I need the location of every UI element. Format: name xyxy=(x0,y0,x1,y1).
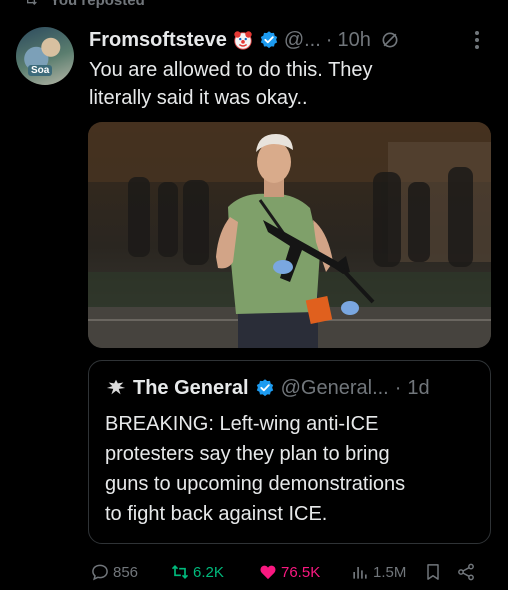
edited-icon xyxy=(382,32,398,48)
quote-header: The General @General... · 1d xyxy=(105,375,430,401)
quote-text-line: BREAKING: Left-wing anti-ICE xyxy=(105,413,379,435)
quote-text-line: protesters say they plan to bring xyxy=(105,443,390,465)
post-text: You are allowed to do this. They literal… xyxy=(89,56,489,112)
display-name[interactable]: Fromsoftsteve xyxy=(89,29,227,52)
like-count: 76.5K xyxy=(281,563,321,581)
bookmark-button[interactable] xyxy=(423,560,443,584)
repost-button[interactable]: 6.2K xyxy=(170,560,224,584)
repost-icon xyxy=(27,0,37,5)
view-count: 1.5M xyxy=(373,563,407,581)
post-text-line: You are allowed to do this. They xyxy=(89,59,373,81)
handle[interactable]: @... xyxy=(284,29,321,52)
repost-banner[interactable]: You reposted xyxy=(22,0,145,9)
separator-dot: · xyxy=(325,28,333,51)
reply-button[interactable]: 856 xyxy=(90,560,138,584)
separator-dot: · xyxy=(394,376,402,399)
quote-time[interactable]: 1d xyxy=(407,377,429,400)
repost-icon xyxy=(171,564,189,580)
bookmark-icon xyxy=(427,564,439,580)
views-button[interactable]: 1.5M xyxy=(350,560,406,584)
quote-text: BREAKING: Left-wing anti-ICE protesters … xyxy=(105,409,480,529)
photo-illustration xyxy=(88,122,491,348)
eagle-emblem-icon xyxy=(106,379,126,395)
more-options-icon[interactable] xyxy=(474,30,480,50)
quote-display-name[interactable]: The General xyxy=(133,377,249,400)
avatar-label: Soa xyxy=(28,65,53,76)
quote-text-line: to fight back against ICE. xyxy=(105,503,328,525)
post-time[interactable]: 10h xyxy=(337,29,370,52)
avatar[interactable]: Soa xyxy=(16,27,74,85)
share-icon xyxy=(458,563,474,581)
post-container: You reposted Soa Fromsoftsteve @... · 10… xyxy=(0,0,508,590)
verified-badge-icon xyxy=(256,379,273,397)
quoted-post[interactable]: The General @General... · 1d BREAKING: L… xyxy=(88,360,491,544)
clown-emoji-icon xyxy=(234,31,252,50)
reply-count: 856 xyxy=(113,563,139,581)
share-button[interactable] xyxy=(456,560,476,584)
repost-banner-text: You reposted xyxy=(50,0,145,9)
verified-badge-icon xyxy=(260,31,277,49)
reply-icon xyxy=(92,564,108,581)
post-text-line: literally said it was okay.. xyxy=(89,87,308,109)
post-image[interactable] xyxy=(88,122,491,348)
quote-text-line: guns to upcoming demonstrations xyxy=(105,473,406,495)
post-header: Fromsoftsteve @... · 10h xyxy=(89,27,400,53)
repost-count: 6.2K xyxy=(193,563,224,581)
quote-handle[interactable]: @General... xyxy=(281,377,389,400)
like-button[interactable]: 76.5K xyxy=(258,560,320,584)
heart-icon xyxy=(260,565,276,580)
action-bar: 856 6.2K 76.5K 1.5M xyxy=(88,560,491,584)
analytics-icon xyxy=(353,567,367,579)
